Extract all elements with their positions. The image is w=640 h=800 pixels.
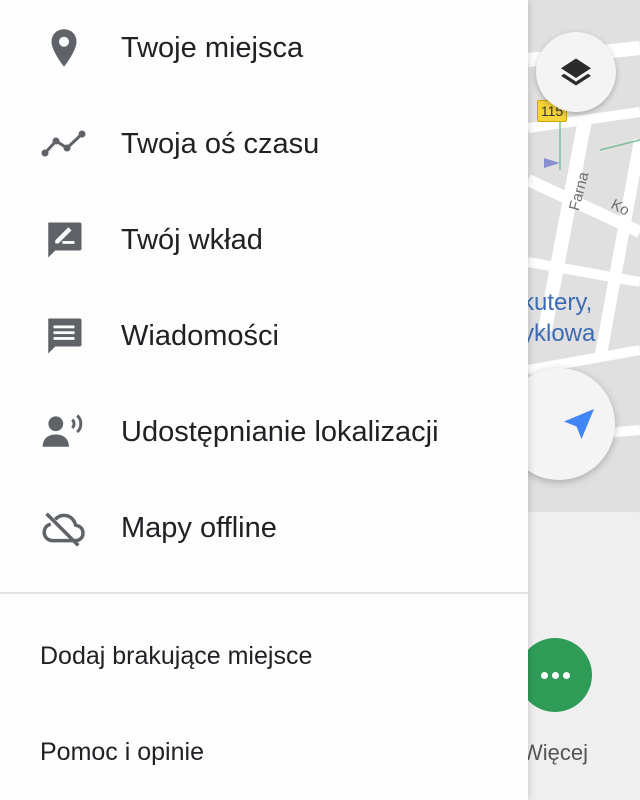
timeline-icon [40, 120, 88, 168]
menu-item-label: Twoje miejsca [121, 31, 304, 64]
menu-item-label: Mapy offline [121, 511, 277, 544]
layers-icon [561, 58, 591, 86]
more-dot [540, 671, 548, 679]
menu-item-label: Wiadomości [121, 319, 279, 352]
menu-item-messages[interactable]: Wiadomości [0, 288, 528, 384]
navigation-arrow-icon [564, 409, 594, 439]
menu-item-add-missing-place[interactable]: Dodaj brakujące miejsce [0, 608, 528, 704]
menu-item-offline-maps[interactable]: Mapy offline [0, 480, 528, 576]
contribution-icon [40, 216, 88, 264]
more-button[interactable] [518, 638, 592, 712]
message-icon [40, 312, 88, 360]
menu-item-help-feedback[interactable]: Pomoc i opinie [0, 704, 528, 800]
menu-item-label: Pomoc i opinie [40, 737, 204, 766]
menu-item-label: Udostępnianie lokalizacji [121, 415, 439, 448]
more-dot [562, 671, 570, 679]
location-pin-icon [40, 24, 88, 72]
layers-button[interactable] [536, 32, 616, 112]
menu-item-location-sharing[interactable]: Udostępnianie lokalizacji [0, 384, 528, 480]
menu-item-label: Twój wkład [121, 223, 263, 256]
cloud-off-icon [40, 504, 88, 552]
poi-label-line2[interactable]: yklowa [522, 320, 595, 348]
menu-item-timeline[interactable]: Twoja oś czasu [0, 96, 528, 192]
navigation-drawer: Twoje miejsca Twoja oś czasu Twój wkład [0, 0, 528, 800]
menu-item-your-places[interactable]: Twoje miejsca [0, 0, 528, 96]
menu-item-contributions[interactable]: Twój wkład [0, 192, 528, 288]
menu-item-label: Dodaj brakujące miejsce [40, 641, 313, 670]
drawer-divider [0, 592, 528, 594]
more-label: Więcej [522, 740, 589, 765]
location-sharing-icon [40, 408, 88, 456]
menu-item-label: Twoja oś czasu [121, 127, 320, 160]
more-dot [551, 671, 559, 679]
poi-label-line1[interactable]: kutery, [522, 289, 592, 317]
